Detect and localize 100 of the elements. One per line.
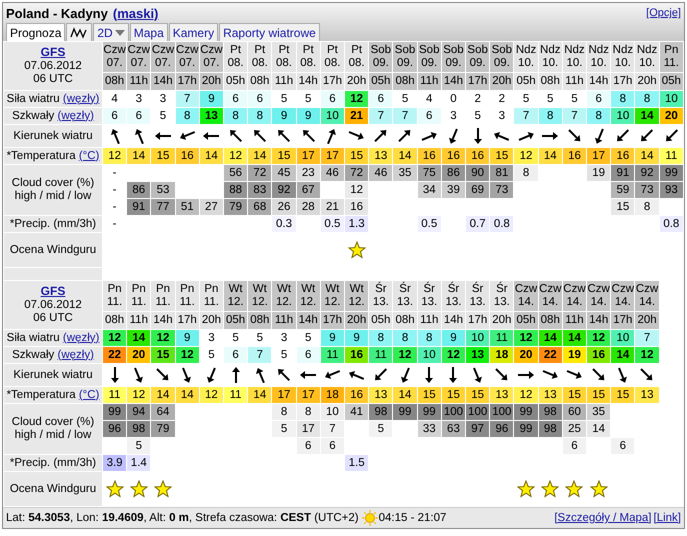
- wind-speed-cell: 14: [562, 330, 586, 346]
- cloud-cover-cell: 10: [320, 404, 344, 420]
- day-name: Śr: [470, 283, 484, 296]
- view-dropdown[interactable]: 2D: [93, 23, 129, 41]
- unit-link[interactable]: (węzły): [62, 332, 100, 344]
- temperature-cell: 13: [490, 387, 514, 403]
- temperature-cell: 12: [514, 387, 538, 403]
- temperature-cell: 11: [103, 387, 126, 403]
- day-date: 11.: [178, 296, 196, 309]
- unit-link[interactable]: (°C): [78, 150, 100, 162]
- temperature-cell: 15: [151, 148, 175, 164]
- temperature-cell: 14: [127, 148, 150, 164]
- cloud-cover-cell: 90: [466, 165, 490, 181]
- caret-icon: [114, 28, 125, 36]
- day-date: 07.: [154, 57, 172, 70]
- cloud-cover-cell: 59: [611, 182, 634, 198]
- temperature-cell: 17: [272, 387, 296, 403]
- temperature-cell: 15: [466, 387, 490, 403]
- cloud-cover-cell: 27: [200, 199, 224, 215]
- day-name: Ndz: [636, 44, 658, 57]
- hour-header: 14h: [296, 73, 320, 90]
- temperature-cell: 17: [587, 148, 610, 164]
- chart-tab[interactable]: [66, 23, 92, 41]
- gust-cell: 15: [151, 347, 175, 363]
- day-name: Pt: [229, 44, 242, 57]
- day-date: 09.: [420, 57, 438, 70]
- cloud-cover-cell: 64: [151, 404, 175, 420]
- gust-cell: 16: [587, 347, 610, 363]
- day-date: 14.: [638, 296, 656, 309]
- day-date: 12.: [348, 296, 366, 309]
- cloud-cover-cell: 60: [562, 404, 586, 420]
- cloud-cover-cell: 72: [345, 165, 368, 181]
- day-date: 13.: [396, 296, 414, 309]
- tab[interactable]: Raporty wiatrowe: [219, 23, 320, 41]
- day-date: 14.: [590, 296, 608, 309]
- unit-link[interactable]: (°C): [78, 388, 100, 400]
- unit-link[interactable]: (węzły): [62, 92, 100, 104]
- gust-cell: 11: [369, 347, 392, 363]
- cloud-cover-cell: 97: [466, 421, 490, 437]
- hour-header: 14h: [442, 73, 466, 90]
- wind-speed-cell: 10: [466, 330, 490, 346]
- day-name: Pn: [663, 44, 680, 57]
- cloud-cover-cell: 96: [103, 421, 126, 437]
- day-name: Czw: [611, 283, 634, 296]
- temperature-cell: 13: [369, 387, 392, 403]
- unit-link[interactable]: (węzły): [57, 110, 94, 122]
- wind-speed-cell: 8: [635, 91, 659, 107]
- row-label: Cloud cover (%): [10, 416, 96, 429]
- wind-speed-cell: 14: [538, 330, 562, 346]
- temperature-cell: 12: [127, 387, 150, 403]
- cloud-cover-cell: 39: [442, 182, 466, 198]
- hour-header: 14h: [587, 312, 610, 329]
- tab[interactable]: Prognoza: [6, 23, 66, 41]
- cloud-cover-cell: 28: [296, 199, 320, 215]
- hour-header: 14h: [151, 73, 175, 90]
- tab[interactable]: Kamery: [168, 23, 218, 41]
- day-date: 10.: [565, 57, 584, 70]
- day-name: Wt: [324, 283, 340, 296]
- location-text: Lat: 54.3053, Lon: 19.4609, Alt: 0 m, Strefa czasowa: CEST (UTC+2): [6, 512, 359, 524]
- wind-speed-cell: 9: [200, 91, 224, 107]
- cloud-cover-cell: 99: [514, 404, 538, 420]
- hour-header: 08h: [393, 73, 417, 90]
- precipitation-cell: 3.9: [103, 455, 126, 471]
- precipitation-cell: 0.8: [490, 216, 514, 232]
- day-date: 13.: [444, 296, 462, 309]
- hour-header: 17h: [611, 312, 634, 329]
- cloud-cover-cell: 53: [151, 182, 175, 198]
- model-link[interactable]: GFS: [40, 284, 66, 298]
- hour-header: 11h: [562, 312, 586, 329]
- gust-cell: 7: [393, 108, 417, 124]
- temperature-cell: 14: [176, 387, 199, 403]
- wind-speed-cell: 12: [151, 330, 175, 346]
- gust-cell: 8: [176, 108, 199, 124]
- footer-link[interactable]: [Link]: [654, 512, 681, 524]
- day-date: 07.: [202, 57, 220, 70]
- wind-speed-cell: 9: [442, 330, 466, 346]
- options-link[interactable]: [Opcje]: [646, 7, 681, 19]
- cloud-cover-cell: 68: [248, 199, 272, 215]
- unit-link[interactable]: (węzły): [57, 348, 94, 360]
- cloud-cover-cell-text: -: [112, 200, 118, 214]
- cloud-cover-cell: 19: [587, 165, 610, 181]
- day-date: 10.: [638, 57, 656, 70]
- hour-header: 20h: [490, 312, 514, 329]
- day-date: 11.: [106, 296, 124, 309]
- hour-header: 20h: [345, 73, 368, 90]
- day-name: Pn: [130, 283, 147, 296]
- day-name: Pt: [253, 44, 266, 57]
- row-label: Cloud cover (%): [10, 177, 96, 190]
- cloud-cover-cell: 16: [345, 199, 368, 215]
- cloud-cover-cell: 93: [660, 182, 683, 198]
- tab[interactable]: Mapa: [130, 23, 168, 41]
- title-link[interactable]: (maski): [112, 6, 158, 20]
- footer-link[interactable]: [Szczegóły / Mapa]: [554, 512, 652, 524]
- model-link[interactable]: GFS: [40, 45, 66, 59]
- day-name: Czw: [127, 44, 150, 57]
- cloud-cover-cell: 83: [248, 182, 272, 198]
- run-date: 07.06.2012: [23, 299, 83, 312]
- gust-cell: 22: [103, 347, 126, 363]
- day-name: Śr: [495, 283, 509, 296]
- hour-header: 05h: [660, 73, 683, 90]
